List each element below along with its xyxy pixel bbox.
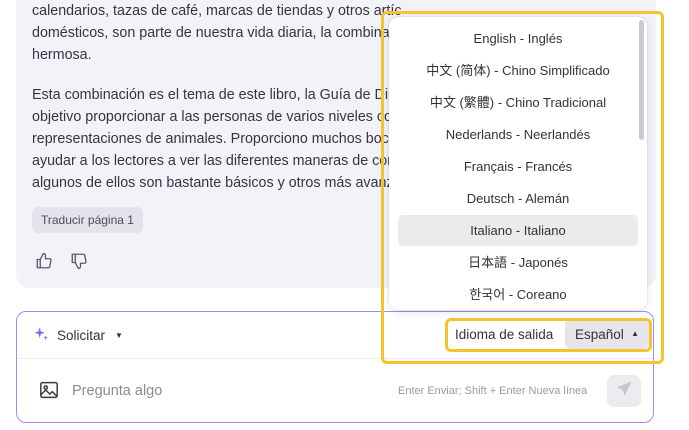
message-line: objetivo proporcionar a las personas de … xyxy=(32,109,400,125)
send-button[interactable] xyxy=(607,375,641,407)
message-line: Esta combinación es el tema de este libr… xyxy=(32,87,402,103)
prompt-mode-selector[interactable]: Solicitar ▼ xyxy=(33,325,123,345)
message-line: algunos de ellos son bastante básicos y … xyxy=(32,175,402,191)
message-paragraph-1: calendarios, tazas de café, marcas de ti… xyxy=(32,0,402,66)
composer-card: Solicitar ▼ Idioma de salida Español ▲ E… xyxy=(16,311,654,423)
language-option[interactable]: 한국어 - Coreano xyxy=(398,279,638,310)
message-line: ayudar a los lectores a ver las diferent… xyxy=(32,153,402,169)
dropdown-scrollbar[interactable] xyxy=(639,20,644,140)
language-option[interactable]: Français - Francés xyxy=(398,151,638,182)
image-icon[interactable] xyxy=(39,381,59,399)
language-option[interactable]: English - Inglés xyxy=(398,23,638,54)
message-line: domésticos, son parte de nuestra vida di… xyxy=(32,25,402,41)
translate-page-button[interactable]: Traducir página 1 xyxy=(32,207,143,233)
chevron-down-icon: ▼ xyxy=(115,330,123,340)
output-language-value: Español xyxy=(575,326,624,342)
output-language-label: Idioma de salida xyxy=(455,327,554,342)
output-language-select[interactable]: Español ▲ xyxy=(565,319,649,349)
language-option[interactable]: Nederlands - Neerlandés xyxy=(398,119,638,150)
prompt-mode-label: Solicitar xyxy=(57,327,106,343)
send-icon xyxy=(615,380,633,403)
toolbar-divider xyxy=(17,358,653,359)
message-paragraph-2: Esta combinación es el tema de este libr… xyxy=(32,84,402,194)
language-option[interactable]: 中文 (繁體) - Chino Tradicional xyxy=(398,87,638,118)
chevron-up-icon: ▲ xyxy=(631,329,639,338)
thumbs-down-icon[interactable] xyxy=(70,252,88,270)
message-line: hermosa. xyxy=(32,47,92,63)
language-dropdown: English - Inglés 中文 (简体) - Chino Simplif… xyxy=(389,17,647,310)
language-option[interactable]: 日本語 - Japonés xyxy=(398,247,638,278)
ask-input[interactable] xyxy=(72,380,372,402)
thumbs-up-icon[interactable] xyxy=(35,252,53,270)
app-root: calendarios, tazas de café, marcas de ti… xyxy=(0,0,689,430)
language-option-highlighted[interactable]: Italiano - Italiano xyxy=(398,215,638,246)
keyboard-hint: Enter Enviar; Shift + Enter Nueva línea xyxy=(398,385,588,397)
language-option[interactable]: Deutsch - Alemán xyxy=(398,183,638,214)
message-line: representaciones de animales. Proporcion… xyxy=(32,131,402,147)
language-option[interactable]: 中文 (简体) - Chino Simplificado xyxy=(398,55,638,86)
message-line: calendarios, tazas de café, marcas de ti… xyxy=(32,3,402,19)
sparkle-icon xyxy=(33,326,49,345)
